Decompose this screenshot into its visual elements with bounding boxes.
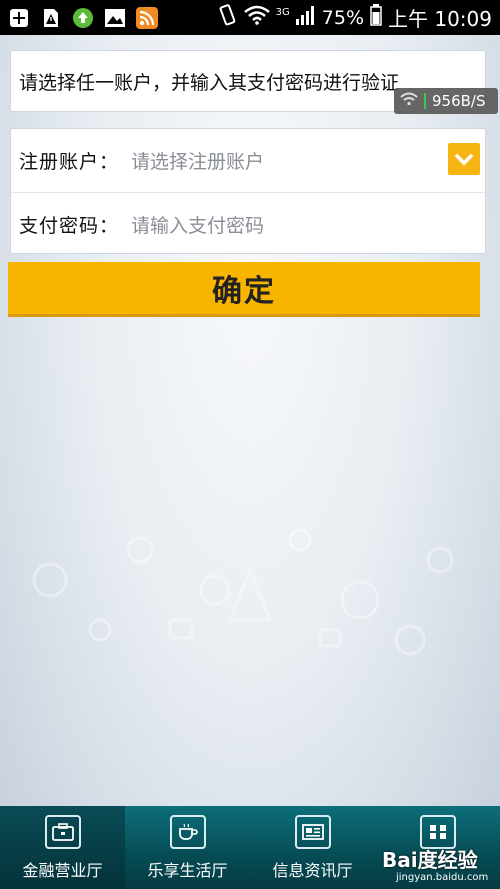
tab-life-hall[interactable]: 乐享生活厅 (125, 806, 250, 889)
network-speed-badge: 956B/S (394, 88, 498, 114)
chevron-down-icon (454, 153, 474, 166)
password-input[interactable]: 请输入支付密码 (131, 211, 264, 238)
speed-text: 956B/S (432, 92, 486, 110)
battery-level: 75% (321, 6, 364, 29)
coffee-cup-icon (169, 814, 206, 849)
background-decoration (32, 528, 454, 656)
clock: 上午 10:09 (388, 7, 492, 31)
confirm-button[interactable]: 确定 (8, 262, 480, 317)
account-form: 注册账户： 请选择注册账户 支付密码： 请输入支付密码 (10, 128, 486, 254)
speed-divider (424, 93, 426, 109)
account-select[interactable]: 请选择注册账户 (131, 147, 264, 174)
baidu-watermark: Bai度经验 (382, 848, 478, 872)
password-row[interactable]: 支付密码： 请输入支付密码 (11, 192, 485, 255)
news-icon (294, 814, 331, 849)
signal-icon (295, 5, 316, 30)
wifi-icon (400, 92, 418, 110)
account-dropdown-button[interactable] (448, 143, 480, 175)
briefcase-icon (44, 814, 81, 849)
wifi-icon (243, 5, 270, 30)
tab-label: 信息资讯厅 (272, 860, 353, 880)
plus-icon (8, 7, 30, 29)
password-label: 支付密码： (19, 214, 120, 237)
status-bar: 3G 75% 上午 10:09 (0, 0, 500, 35)
account-label: 注册账户： (19, 151, 120, 173)
image-icon (104, 7, 126, 29)
prompt-text: 请选择任一账户，并输入其支付密码进行验证 (19, 71, 400, 94)
upload-icon (72, 7, 94, 29)
tab-finance-hall[interactable]: 金融营业厅 (0, 806, 125, 889)
confirm-label: 确定 (212, 274, 276, 309)
battery-icon (370, 4, 382, 31)
tab-label: 乐享生活厅 (147, 860, 228, 880)
rss-icon (136, 6, 158, 29)
tab-news-hall[interactable]: 信息资讯厅 (250, 806, 375, 889)
tab-label: 金融营业厅 (22, 860, 103, 880)
baidu-watermark-url: jingyan.baidu.com (396, 872, 489, 883)
warning-sim-icon (40, 7, 62, 29)
account-select-row[interactable]: 注册账户： 请选择注册账户 (11, 129, 485, 192)
vibrate-icon (216, 4, 238, 31)
network-type: 3G (275, 7, 290, 18)
